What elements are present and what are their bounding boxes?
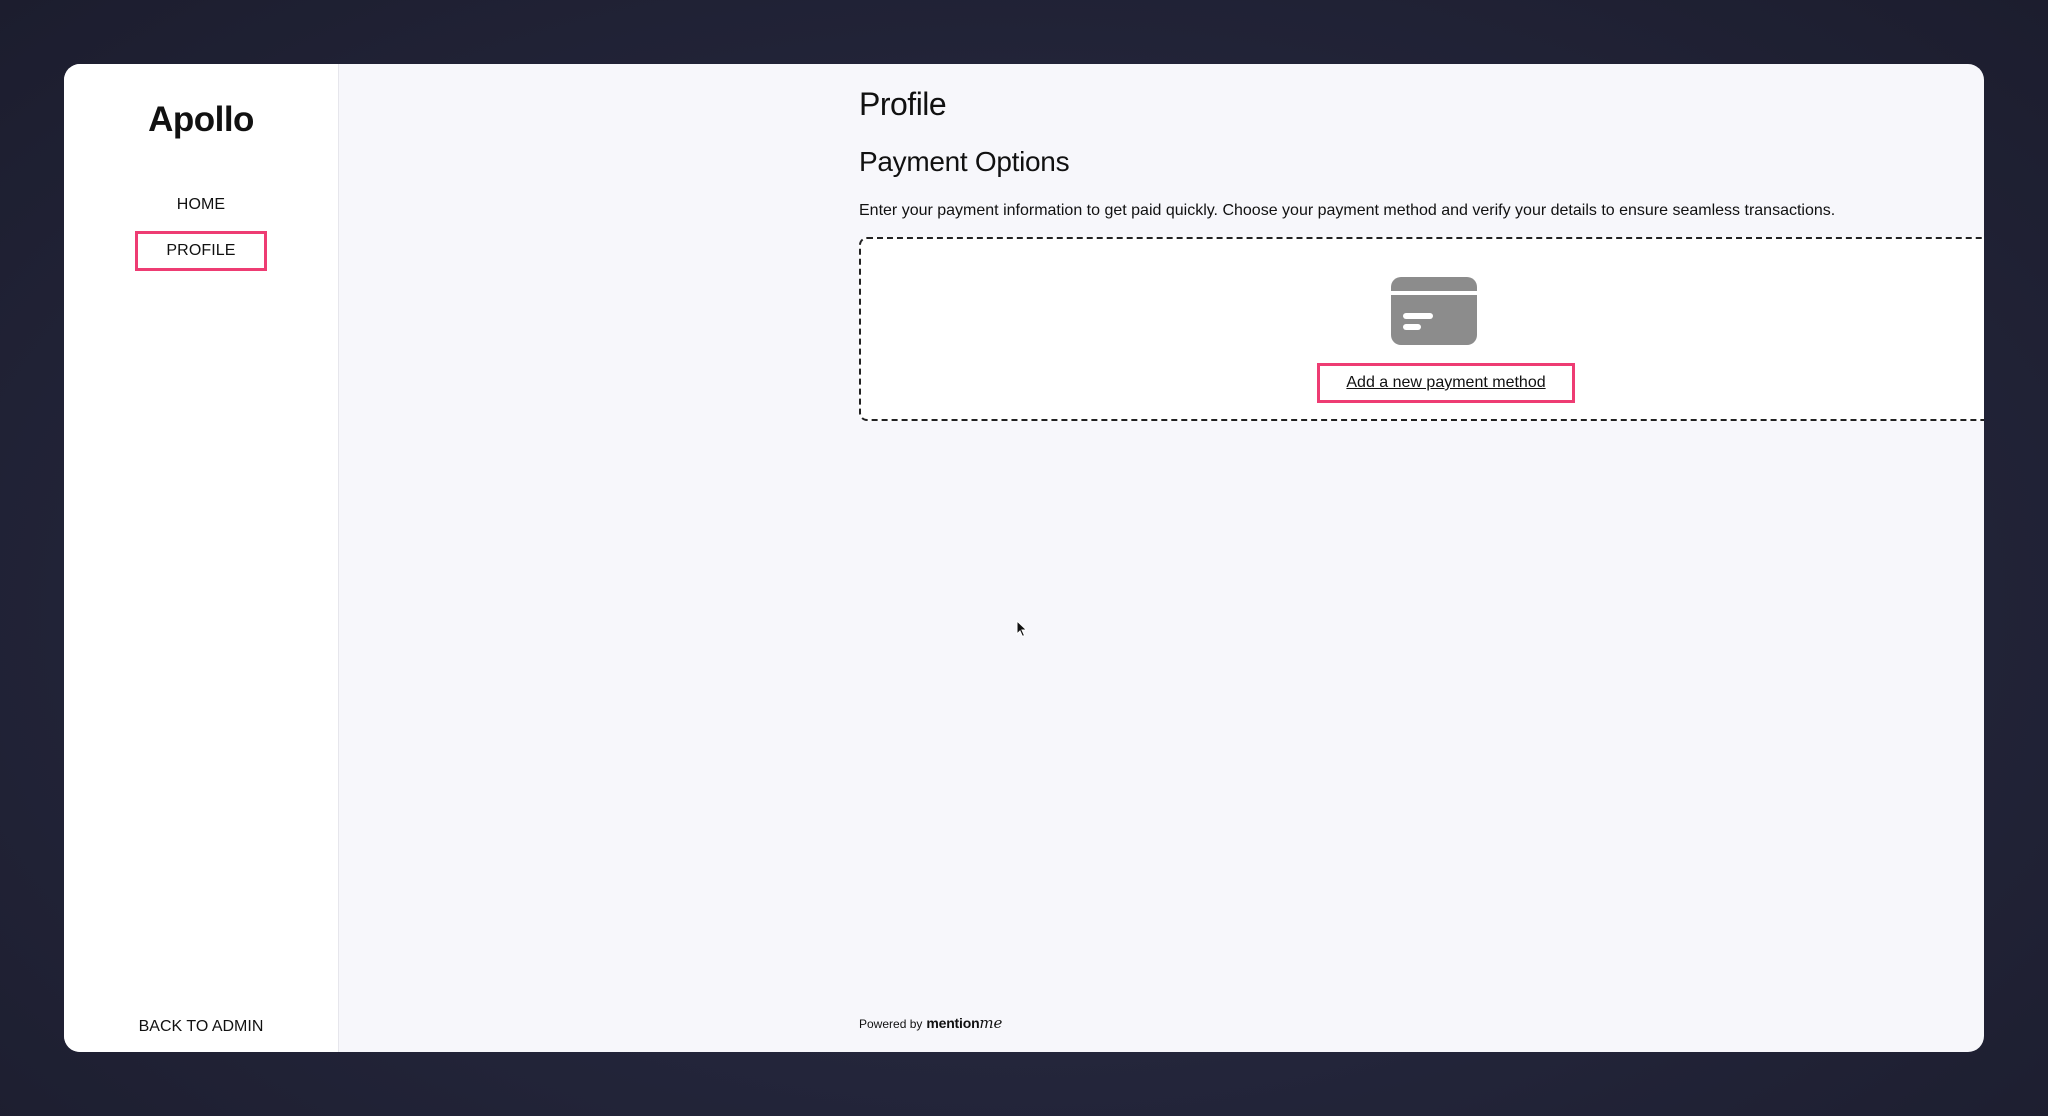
back-to-admin-link[interactable]: BACK TO ADMIN [64,1018,338,1036]
sidebar: Apollo HOME PROFILE BACK TO ADMIN [64,64,339,1052]
section-title: Payment Options [859,146,1070,177]
powered-by-footer: Powered by mentionme [859,1014,1002,1032]
payment-method-dropzone: Add a new payment method [859,237,1984,421]
section-description: Enter your payment information to get pa… [859,202,1836,219]
credit-card-icon [1391,277,1477,345]
brand-script-text: me [979,1014,1003,1032]
sidebar-item-profile[interactable]: PROFILE [135,231,267,271]
add-payment-method-link[interactable]: Add a new payment method [1317,363,1575,403]
main-content: Profile Payment Options Enter your payme… [339,64,1984,1052]
powered-by-label: Powered by [859,1017,923,1031]
sidebar-item-home[interactable]: HOME [154,185,248,225]
sidebar-nav: HOME PROFILE [64,185,338,277]
page-title: Profile [859,86,947,122]
mouse-cursor-icon [1016,620,1028,638]
mentionme-logo: mentionme [926,1014,1002,1032]
app-logo: Apollo [148,100,254,139]
brand-bold-text: mention [926,1015,980,1031]
app-window: Apollo HOME PROFILE BACK TO ADMIN Profil… [64,64,1984,1052]
